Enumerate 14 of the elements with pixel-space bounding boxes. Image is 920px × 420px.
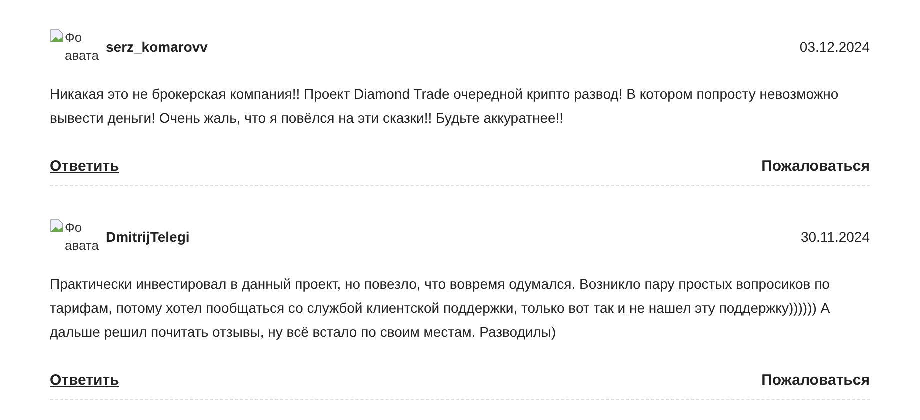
reply-link[interactable]: Ответить <box>50 158 120 175</box>
comment-text: Практически инвестировал в данный проект, но повезло, что вовремя одумался. Возникло пару простых вопросиков по тарифам, потому хотел пообщаться со службой клиентской поддержки, только вот так и не нашел эту поддержку)))))) А дальше решил почитать отзывы, ну всё встало по своим местам. Разводилы) <box>50 275 832 342</box>
broken-image-icon <box>50 219 64 233</box>
comment-text: Никакая это не брокерская компания!! Проект Diamond Trade очередной крипто развод! В котором попросту невозможно вывести деньги! Очень жаль, что я повёлся на эти сказки!! Будьте аккуратнее!! <box>50 85 840 128</box>
comment-date: 03.12.2024 <box>800 39 870 55</box>
broken-image-icon <box>50 29 64 43</box>
report-link[interactable]: Пожаловаться <box>762 158 870 175</box>
author-name: DmitrijTelegi <box>106 229 191 245</box>
report-link[interactable]: Пожаловаться <box>762 372 870 389</box>
avatar-alt-text: Фо авата <box>65 29 99 65</box>
author-name: serz_komarovv <box>106 39 209 55</box>
reply-link[interactable]: Ответить <box>50 372 120 389</box>
avatar-alt-text: Фо авата <box>65 219 99 255</box>
comment-date: 30.11.2024 <box>800 229 870 245</box>
